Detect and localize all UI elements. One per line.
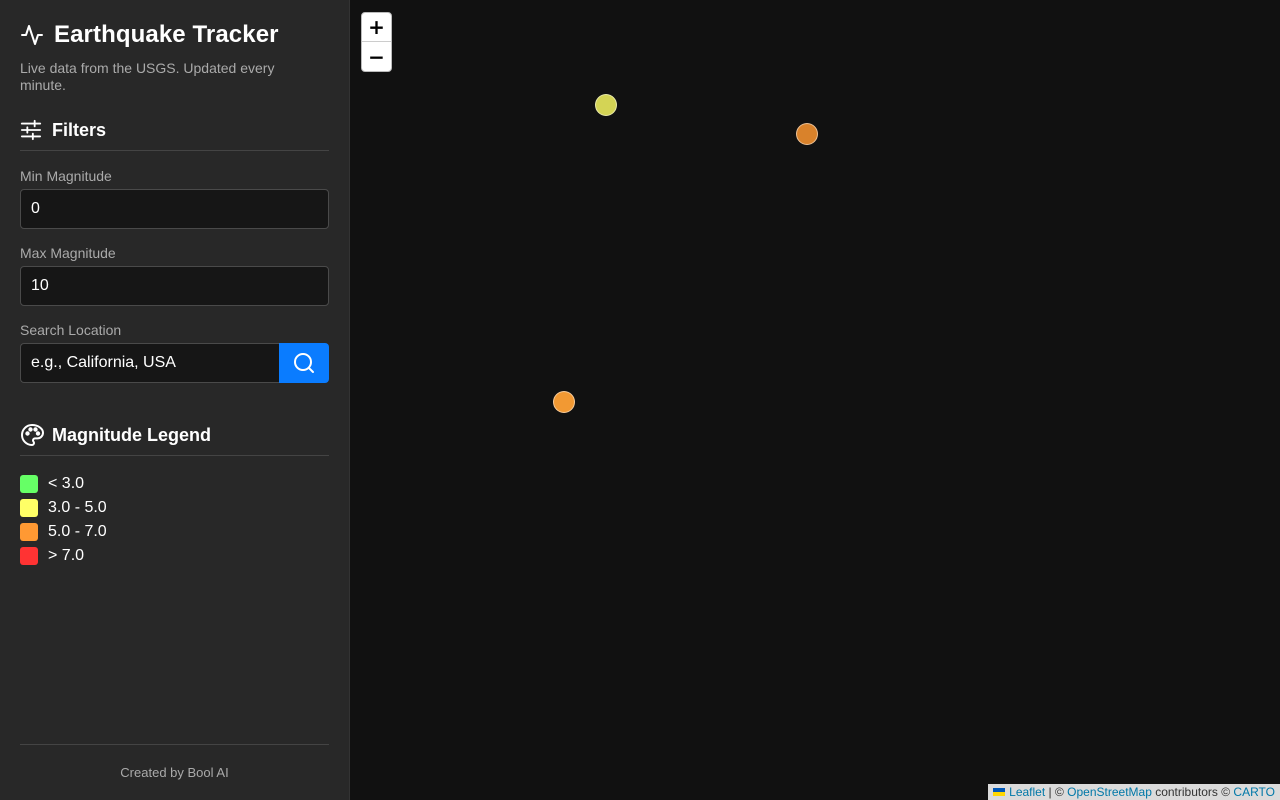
legend-item: 5.0 - 7.0 [20, 520, 329, 544]
footer-credit: Created by Bool AI [120, 765, 229, 780]
zoom-out-button[interactable]: − [362, 42, 391, 71]
earthquake-marker[interactable] [553, 391, 575, 413]
legend-swatch [20, 547, 38, 565]
sliders-icon [20, 118, 44, 142]
palette-icon [20, 423, 44, 447]
app-subtitle: Live data from the USGS. Updated every m… [20, 60, 275, 93]
search-location-label: Search Location [20, 322, 122, 338]
legend-label: < 3.0 [48, 475, 85, 492]
legend-title: Magnitude Legend [52, 424, 211, 445]
attribution-contributors: contributors © [1151, 785, 1234, 799]
legend-header: Magnitude Legend [20, 423, 329, 456]
earthquake-marker[interactable] [595, 94, 617, 116]
search-button[interactable] [279, 343, 329, 383]
search-row [20, 343, 329, 383]
sidebar-footer: Created by Bool AI [20, 744, 329, 800]
legend-label: 5.0 - 7.0 [48, 523, 107, 540]
ukraine-flag-icon [993, 788, 1006, 796]
legend-item: < 3.0 [20, 472, 329, 496]
legend-swatch [20, 475, 38, 493]
carto-link[interactable]: CARTO [1233, 785, 1275, 799]
app-title: Earthquake Tracker [54, 21, 279, 48]
legend-item: 3.0 - 5.0 [20, 496, 329, 520]
app-header: Earthquake Tracker [20, 20, 329, 50]
zoom-control: + − [361, 12, 392, 72]
min-magnitude-input[interactable] [20, 189, 329, 229]
legend-list: < 3.0 3.0 - 5.0 5.0 - 7.0 > 7.0 [20, 472, 329, 568]
earthquake-marker[interactable] [796, 123, 818, 145]
legend-swatch [20, 523, 38, 541]
leaflet-link[interactable]: Leaflet [1009, 785, 1045, 799]
openstreetmap-link[interactable]: OpenStreetMap [1067, 785, 1152, 799]
legend-item: > 7.0 [20, 544, 329, 568]
attribution-separator: | © [1045, 785, 1068, 799]
max-magnitude-input[interactable] [20, 266, 329, 306]
legend-swatch [20, 499, 38, 517]
filters-header: Filters [20, 118, 329, 151]
search-icon [292, 351, 316, 375]
map-attribution: Leaflet | © OpenStreetMap contributors ©… [988, 784, 1280, 800]
max-magnitude-label: Max Magnitude [20, 245, 116, 261]
sidebar: Earthquake Tracker Live data from the US… [0, 0, 350, 800]
map[interactable]: + − Leaflet | © OpenStreetMap contributo… [350, 0, 1280, 800]
filters-title: Filters [52, 119, 107, 140]
legend-label: 3.0 - 5.0 [48, 499, 107, 516]
activity-pulse-icon [20, 23, 44, 47]
zoom-in-button[interactable]: + [362, 13, 391, 42]
legend-label: > 7.0 [48, 547, 85, 564]
search-location-input[interactable] [20, 343, 279, 383]
min-magnitude-label: Min Magnitude [20, 168, 112, 184]
